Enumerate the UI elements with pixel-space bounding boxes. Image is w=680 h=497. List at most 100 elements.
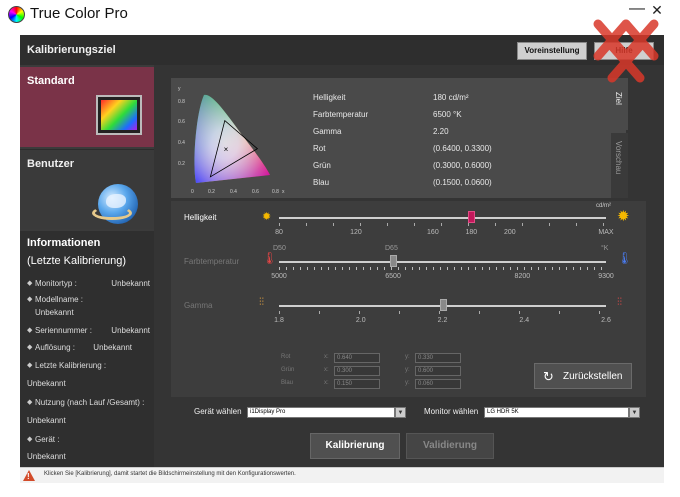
info-key: Nutzung (nach Lauf /Gesamt) : [35, 398, 145, 407]
prim-y-input[interactable]: 0.330 [415, 353, 461, 363]
cie-x-axis-label: x [282, 189, 285, 195]
validate-button[interactable]: Validierung [406, 433, 494, 459]
cie-x-tick: 0 [191, 189, 194, 195]
info-value: Unbekannt [27, 416, 66, 425]
prim-y-input[interactable]: 0.600 [415, 366, 461, 376]
tab-ziel[interactable]: Ziel [611, 78, 628, 130]
tick-label: 180 [465, 229, 478, 236]
info-key: Auflösung : [35, 343, 76, 352]
sidebar-header-label: Kalibrierungsziel [27, 44, 116, 56]
chevron-down-icon[interactable]: ▼ [395, 407, 406, 418]
cie-x-tick: 0.4 [230, 189, 237, 195]
tab-vorschau[interactable]: Vorschau [611, 133, 628, 198]
info-value: Unbekannt [93, 343, 132, 352]
bullet-icon: ◆ [27, 280, 33, 287]
prim-x-input[interactable]: 0.300 [334, 366, 380, 376]
temperature-thumb[interactable] [390, 255, 398, 267]
help-button[interactable]: Hilfe [594, 42, 654, 60]
cie-y-tick: 0.6 [178, 119, 185, 125]
title-bar: True Color Pro — ✕ [0, 0, 680, 35]
info-key: Letzte Kalibrierung : [35, 361, 107, 370]
bullet-icon: ◆ [27, 327, 33, 334]
gamma-ticks [279, 311, 606, 314]
prim-y-label: y: [405, 367, 410, 373]
monitor-label: Monitor wählen [424, 407, 479, 416]
app-logo-icon [8, 6, 25, 23]
reset-icon: ↻ [543, 369, 554, 384]
unit-label: cd/m² [596, 203, 611, 209]
prim-y-label: y: [405, 354, 410, 360]
monitor-select-value: LG HDR 5K [487, 409, 519, 415]
info-title: Informationen [27, 237, 101, 249]
prim-label: Blau [281, 380, 294, 386]
thermometer-cool-icon: 🌡 [617, 251, 633, 265]
prim-y-input[interactable]: 0.060 [415, 379, 461, 389]
info-value: Unbekannt [27, 379, 66, 388]
close-button[interactable]: ✕ [648, 2, 666, 18]
tab-ziel-label: Ziel [614, 92, 623, 105]
chevron-down-icon[interactable]: ▼ [629, 407, 640, 418]
cie-white-point: × [224, 145, 229, 154]
reset-label: Zurückstellen [563, 371, 623, 382]
prim-x-input[interactable]: 0.150 [334, 379, 380, 389]
sidebar-header: Kalibrierungsziel [20, 35, 154, 65]
cie-x-tick: 0.8 [272, 189, 279, 195]
cie-chart: y 0.8 0.6 0.4 0.2 0 0.2 0.4 0.6 0.8 x × [178, 86, 285, 195]
tick-label: 2.4 [519, 317, 530, 324]
device-select[interactable]: i1Display Pro ▼ [247, 407, 406, 418]
prop-label: Rot [313, 144, 326, 153]
mode-standard[interactable]: Standard [20, 67, 154, 147]
cie-y-axis: y 0.8 0.6 0.4 0.2 [178, 86, 185, 167]
calibrate-button[interactable]: Kalibrierung [310, 433, 400, 459]
tick-label: 2.6 [601, 317, 611, 324]
tick-label: 80 [275, 229, 283, 236]
mode-user-label: Benutzer [27, 158, 75, 170]
info-key: Monitortyp : [35, 279, 77, 288]
sidebar: Kalibrierungsziel Standard Benutzer Info… [20, 35, 154, 467]
device-select-value: i1Display Pro [250, 409, 286, 415]
cie-y-tick: 0.4 [178, 140, 185, 146]
reset-button[interactable]: ↻ Zurückstellen [534, 363, 632, 389]
thermometer-warm-icon: 🌡 [262, 251, 278, 265]
prop-label: Blau [313, 178, 330, 187]
info-subtitle: (Letzte Kalibrierung) [27, 255, 127, 267]
mode-user[interactable]: Benutzer [20, 149, 154, 229]
cie-y-tick: 0.2 [178, 161, 185, 167]
tick-label: 8200 [514, 273, 531, 280]
prop-label: Helligkeit [313, 93, 346, 102]
slider-panel: cd/m² Helligkeit ✹ ✹ 80 120 160 180 200 MAX F… [171, 201, 646, 397]
monitor-select[interactable]: LG HDR 5K ▼ [484, 407, 640, 418]
sun-large-icon: ✹ [617, 208, 630, 225]
brightness-track[interactable] [279, 217, 606, 219]
info-panel: Informationen (Letzte Kalibrierung) ◆ Mo… [20, 231, 154, 467]
brightness-label: Helligkeit [184, 213, 217, 222]
preset-button[interactable]: Voreinstellung [517, 42, 587, 60]
prop-value: 180 cd/m² [433, 93, 469, 102]
minimize-button[interactable]: — [628, 1, 646, 18]
prim-x-label: x: [324, 380, 329, 386]
tick-label: 2.0 [355, 317, 366, 324]
bullet-icon: ◆ [27, 436, 33, 443]
gamma-thumb[interactable] [439, 299, 447, 311]
prim-x-input[interactable]: 0.640 [334, 353, 380, 363]
warning-icon: ! [23, 470, 35, 481]
temperature-track[interactable] [279, 261, 606, 263]
cie-horseshoe-white [194, 94, 270, 183]
info-value: Unbekannt [35, 308, 74, 317]
main-panel: Voreinstellung Hilfe y 0.8 0.6 0.4 0.2 0… [154, 35, 664, 467]
globe-icon [92, 184, 138, 224]
cie-x-tick: 0.6 [252, 189, 259, 195]
cie-x-axis: 0 0.2 0.4 0.6 0.8 x [191, 189, 285, 195]
kelvin-mark: °K [601, 245, 609, 252]
tick-label: 120 [350, 229, 362, 236]
device-label: Gerät wählen [194, 407, 242, 416]
prim-label: Grün [281, 367, 295, 373]
info-value: Unbekannt [111, 326, 150, 335]
tick-label: 200 [503, 229, 516, 236]
prop-label: Grün [313, 161, 331, 170]
brightness-thumb[interactable] [468, 211, 476, 223]
tick-label: 160 [427, 229, 439, 236]
prop-label: Gamma [313, 127, 342, 136]
info-key: Gerät : [35, 435, 60, 444]
gamma-high-icon: ⫶⫶ [617, 297, 622, 308]
